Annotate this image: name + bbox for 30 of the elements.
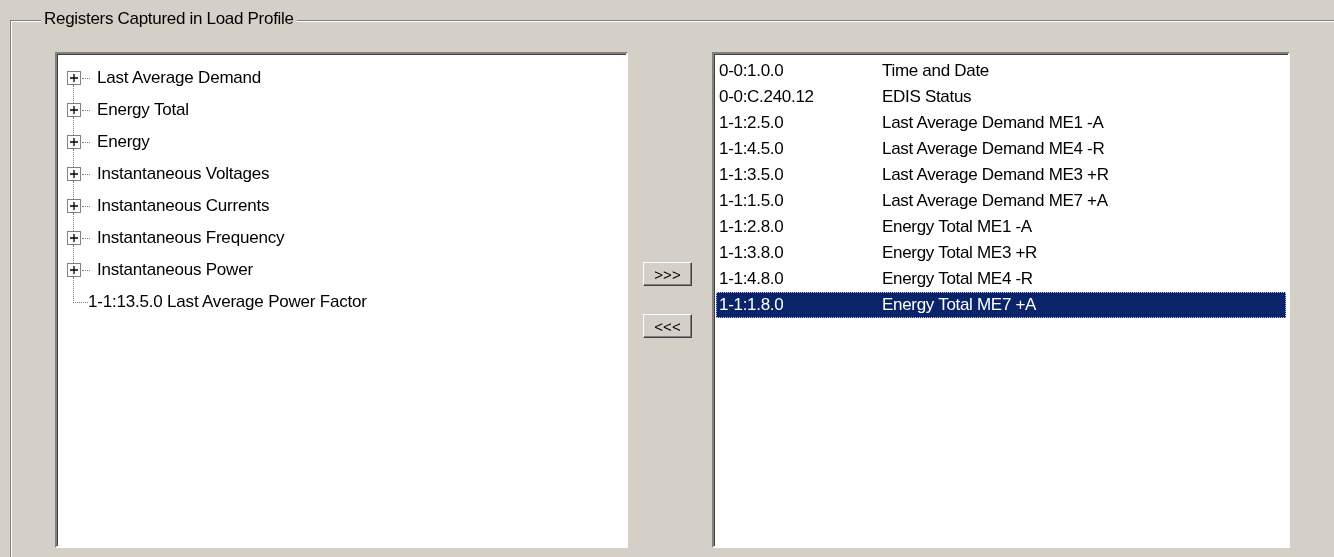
tree-item[interactable]: 1-1:13.5.0 Last Average Power Factor [88, 292, 367, 312]
group-title: Registers Captured in Load Profile [41, 9, 297, 29]
list-row[interactable]: 1-1:1.5.0 Last Average Demand ME7 +A [716, 188, 1286, 214]
tree-item[interactable]: Instantaneous Voltages [93, 164, 270, 184]
list-row[interactable]: 1-1:3.5.0 Last Average Demand ME3 +R [716, 162, 1286, 188]
list-row[interactable]: 1-1:4.5.0 Last Average Demand ME4 -R [716, 136, 1286, 162]
plus-icon[interactable] [67, 71, 81, 85]
plus-icon[interactable] [67, 231, 81, 245]
list-row[interactable]: 1-1:4.8.0 Energy Total ME4 -R [716, 266, 1286, 292]
plus-icon[interactable] [67, 135, 81, 149]
list-box[interactable] [712, 52, 1290, 548]
plus-icon[interactable] [67, 103, 81, 117]
list-row[interactable]: 1-1:2.5.0 Last Average Demand ME1 -A [716, 110, 1286, 136]
transfer-button[interactable]: <<< [643, 314, 692, 338]
list-row[interactable]: 0-0:C.240.12 EDIS Status [716, 84, 1286, 110]
tree-item[interactable]: Instantaneous Power [93, 260, 253, 280]
list-row[interactable]: 1-1:2.8.0 Energy Total ME1 -A [716, 214, 1286, 240]
tree-item[interactable]: Energy [93, 132, 150, 152]
list-row[interactable]: 0-0:1.0.0 Time and Date [716, 58, 1286, 84]
tree-item[interactable]: Last Average Demand [93, 68, 262, 88]
plus-icon[interactable] [67, 263, 81, 277]
list-row[interactable]: 1-1:3.8.0 Energy Total ME3 +R [716, 240, 1286, 266]
tree-item[interactable]: Instantaneous Frequency [93, 228, 285, 248]
tree-item[interactable]: Energy Total [93, 100, 189, 120]
tree-view[interactable]: Last Average Demand Energy Total Energy Instantaneous Voltages Instantaneous Currents Instantaneous Frequency Instantaneous Power 1-1:13.5.0 Last Average Power Factor [55, 52, 628, 548]
tree-item[interactable]: Instantaneous Currents [93, 196, 270, 216]
plus-icon[interactable] [67, 199, 81, 213]
plus-icon[interactable] [67, 167, 81, 181]
list-row[interactable]: 1-1:1.8.0 Energy Total ME7 +A [716, 292, 1286, 318]
transfer-button[interactable]: >>> [643, 262, 692, 286]
